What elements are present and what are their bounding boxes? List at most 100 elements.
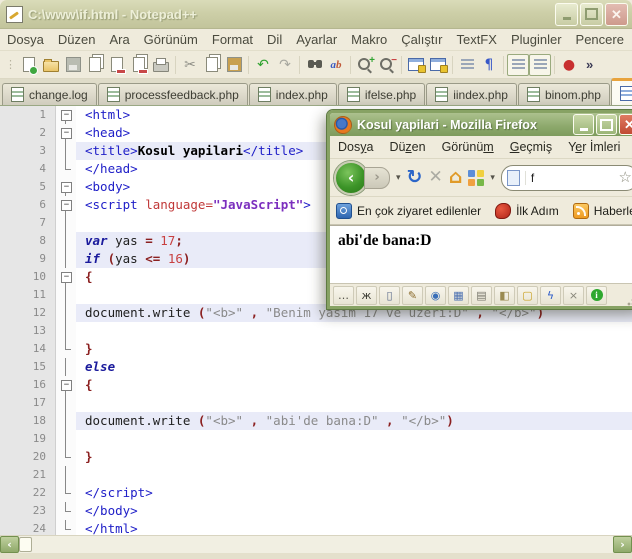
- show-all-characters-icon[interactable]: [507, 53, 529, 76]
- fold-collapse-icon[interactable]: [56, 196, 76, 214]
- notes-icon[interactable]: ▢: [517, 285, 538, 305]
- code-line[interactable]: 23 </body>: [0, 502, 632, 520]
- menu-item-d-zen[interactable]: Düzen: [51, 30, 103, 49]
- menu-item-pencere[interactable]: Pencere: [569, 30, 631, 49]
- firefox-menu-yer-i-mleri[interactable]: Yer İmleri: [560, 138, 628, 156]
- code-line[interactable]: 24 </html>: [0, 520, 632, 535]
- find-icon[interactable]: [303, 54, 325, 76]
- lightning-icon[interactable]: ϟ: [540, 285, 561, 305]
- tab-binom-php[interactable]: binom.php: [517, 83, 610, 105]
- tab-iindex-php[interactable]: iindex.php: [426, 83, 517, 105]
- paste-icon[interactable]: [223, 54, 245, 76]
- menu-item-dosya[interactable]: Dosya: [0, 30, 51, 49]
- edit-css-icon[interactable]: ✎: [402, 285, 423, 305]
- extension-grid-icon[interactable]: [468, 169, 485, 186]
- code-line[interactable]: 17: [0, 394, 632, 412]
- cut-icon[interactable]: ✂: [179, 54, 201, 76]
- firefox-menu-dosya[interactable]: Dosya: [330, 138, 381, 156]
- firefox-maximize-button[interactable]: [596, 114, 617, 135]
- history-dropdown-icon[interactable]: ▾: [396, 172, 401, 183]
- firefox-menu-ara-la[interactable]: Araçla: [628, 138, 632, 156]
- menu-item--al-t-r[interactable]: Çalıştır: [394, 30, 449, 49]
- grid-dropdown-icon[interactable]: ▾: [490, 172, 495, 183]
- code-line[interactable]: 15 else: [0, 358, 632, 376]
- stop-button[interactable]: ✕: [428, 169, 442, 186]
- forward-button[interactable]: ›: [364, 166, 390, 189]
- word-wrap-icon[interactable]: [456, 54, 478, 76]
- close-all-icon[interactable]: [128, 54, 150, 76]
- copy-icon[interactable]: [201, 54, 223, 76]
- bookmark-i-lk-ad-m[interactable]: İlk Adım: [495, 202, 559, 219]
- print-icon[interactable]: [150, 54, 172, 76]
- firebug-icon[interactable]: ж: [356, 285, 377, 305]
- zoom-out-icon[interactable]: −: [376, 54, 398, 76]
- code-line[interactable]: 13: [0, 322, 632, 340]
- restore-window-icon[interactable]: [405, 54, 427, 76]
- back-button[interactable]: ‹: [334, 160, 368, 195]
- address-bar[interactable]: f ☆: [500, 164, 632, 191]
- undo-icon[interactable]: ↶: [252, 54, 274, 76]
- tab-processfeedback-php[interactable]: processfeedback.php: [97, 83, 248, 105]
- save-all-icon[interactable]: [84, 54, 106, 76]
- tab-index-php[interactable]: index.php: [248, 83, 337, 105]
- new-page-icon[interactable]: ▯: [379, 285, 400, 305]
- bookmark-haberler[interactable]: Haberler: [572, 202, 632, 219]
- menu-item-ayarlar[interactable]: Ayarlar: [289, 30, 344, 49]
- bookmark-en-ok-ziyaret-edilenler[interactable]: En çok ziyaret edilenler: [336, 202, 481, 219]
- redo-icon[interactable]: ↷: [274, 54, 296, 76]
- code-line[interactable]: 19: [0, 430, 632, 448]
- tools-icon[interactable]: ×: [563, 285, 584, 305]
- toolbar-overflow-chevron[interactable]: »: [586, 57, 593, 72]
- code-line[interactable]: 21: [0, 466, 632, 484]
- record-macro-icon[interactable]: ●: [558, 54, 580, 76]
- tab-if-html[interactable]: if.html: [610, 78, 632, 105]
- code-line[interactable]: 20}: [0, 448, 632, 466]
- save-icon[interactable]: [62, 54, 84, 76]
- menu-item-pluginler[interactable]: Pluginler: [504, 30, 569, 49]
- save-page-icon[interactable]: ▦: [448, 285, 469, 305]
- maximize-button[interactable]: [580, 2, 603, 26]
- function-list-icon[interactable]: [529, 53, 551, 76]
- fold-collapse-icon[interactable]: [56, 124, 76, 142]
- code-line[interactable]: 14}: [0, 340, 632, 358]
- firefox-menu-ge-mi-[interactable]: Geçmiş: [502, 138, 560, 156]
- menu-item-ara[interactable]: Ara: [102, 30, 136, 49]
- zoom-in-icon[interactable]: +: [354, 54, 376, 76]
- scroll-right-arrow[interactable]: ›: [613, 536, 632, 553]
- firefox-minimize-button[interactable]: [573, 114, 594, 135]
- firefox-menu-g-r-n-m[interactable]: Görünüm: [434, 138, 502, 156]
- fold-collapse-icon[interactable]: [56, 268, 76, 286]
- print-page-icon[interactable]: ▤: [471, 285, 492, 305]
- show-paragraph-icon[interactable]: ¶: [478, 54, 500, 76]
- address-input[interactable]: f: [524, 170, 614, 185]
- fold-collapse-icon[interactable]: [56, 376, 76, 394]
- menu-item-g-r-n-m[interactable]: Görünüm: [137, 30, 205, 49]
- code-line[interactable]: 16 {: [0, 376, 632, 394]
- notepad-titlebar[interactable]: C:\www\if.html - Notepad++ ✕: [0, 0, 632, 29]
- close-button[interactable]: ✕: [605, 2, 628, 26]
- menu-item-makro[interactable]: Makro: [344, 30, 394, 49]
- tab-change-log[interactable]: change.log: [2, 83, 97, 105]
- web-globe-icon[interactable]: ◉: [425, 285, 446, 305]
- bookmark-star-icon[interactable]: ☆: [619, 170, 632, 185]
- firefox-close-button[interactable]: ✕: [619, 114, 632, 135]
- menu-item-format[interactable]: Format: [205, 30, 260, 49]
- history-icon[interactable]: ◧: [494, 285, 515, 305]
- fold-collapse-icon[interactable]: [56, 178, 76, 196]
- open-file-icon[interactable]: [40, 54, 62, 76]
- firefox-titlebar[interactable]: Kosul yapilari - Mozilla Firefox ✕: [330, 113, 632, 136]
- horizontal-scrollbar[interactable]: ‹ ›: [0, 535, 632, 553]
- fold-collapse-icon[interactable]: [56, 106, 76, 124]
- scroll-left-arrow[interactable]: ‹: [0, 536, 19, 553]
- code-line[interactable]: 18 document.write ("<b>" , "abi'de bana:D…: [0, 412, 632, 430]
- menu-item-dil[interactable]: Dil: [260, 30, 289, 49]
- close-file-icon[interactable]: [106, 54, 128, 76]
- new-file-icon[interactable]: [18, 54, 40, 76]
- home-button[interactable]: ⌂: [449, 168, 463, 187]
- firefox-menu-d-zen[interactable]: Düzen: [381, 138, 433, 156]
- resize-grip[interactable]: [627, 294, 632, 306]
- dock-window-icon[interactable]: [427, 54, 449, 76]
- code-line[interactable]: 22 </script>: [0, 484, 632, 502]
- scrollbar-track[interactable]: [32, 536, 613, 553]
- menu-item-textfx[interactable]: TextFX: [449, 30, 503, 49]
